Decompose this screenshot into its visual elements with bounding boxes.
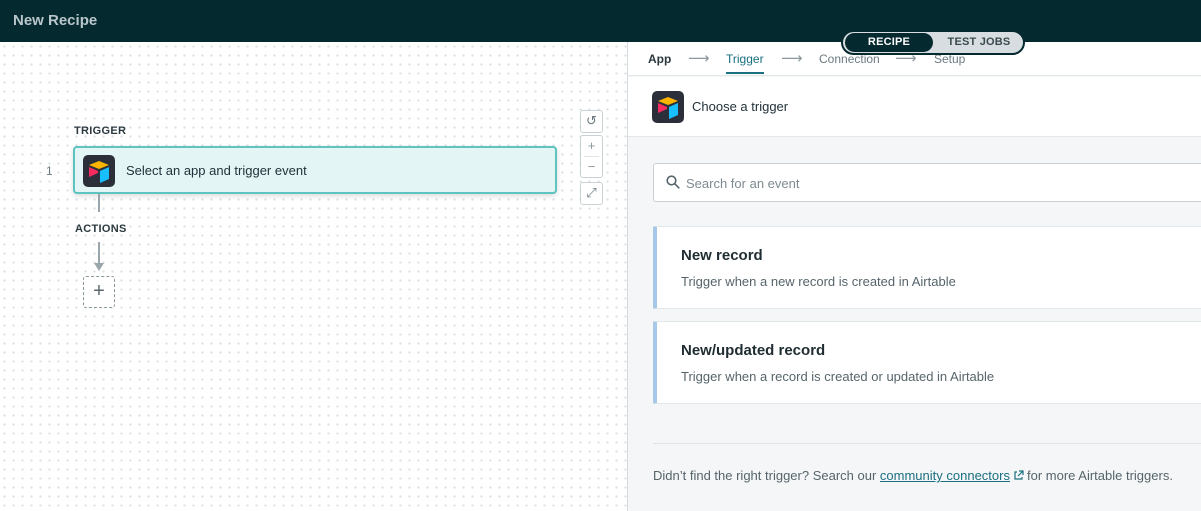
wizard-step-app[interactable]: App xyxy=(648,52,671,66)
actions-section-label: ACTIONS xyxy=(75,223,127,235)
zoom-out-button[interactable]: − xyxy=(581,157,602,178)
zoom-in-icon: + xyxy=(587,138,596,153)
airtable-logo-icon xyxy=(652,91,684,123)
recipe-title: New Recipe xyxy=(13,12,98,29)
connector-line xyxy=(98,242,100,264)
fit-view-button[interactable]: ⤢ xyxy=(580,182,603,205)
search-icon xyxy=(666,175,680,194)
zoom-controls: + − xyxy=(580,135,603,178)
step-number: 1 xyxy=(46,164,53,178)
recipe-tab[interactable]: RECIPE xyxy=(845,33,933,52)
wizard-separator: ⟶ xyxy=(688,50,710,67)
zoom-out-icon: − xyxy=(587,159,596,174)
event-option-new-updated-record[interactable]: New/updated record Trigger when a record… xyxy=(653,321,1201,404)
footer-note: Didn’t find the right trigger? Search ou… xyxy=(653,468,1173,484)
connector-arrow xyxy=(94,263,104,271)
event-search xyxy=(653,163,1201,202)
search-input[interactable] xyxy=(686,172,1186,194)
event-option-new-record[interactable]: New record Trigger when a new record is … xyxy=(653,226,1201,309)
trigger-section-label: TRIGGER xyxy=(74,125,127,137)
trigger-config-panel: App ⟶ Trigger ⟶ Connection ⟶ Setup Choos… xyxy=(627,42,1201,511)
reset-view-button[interactable]: ↺ xyxy=(580,110,603,133)
event-name: New record xyxy=(681,247,763,264)
fit-view-icon: ⤢ xyxy=(586,185,597,200)
mode-toggle: RECIPE TEST JOBS xyxy=(841,30,1025,55)
external-link-icon xyxy=(1013,469,1024,484)
panel-header: Choose a trigger xyxy=(628,77,1201,137)
add-step-button[interactable]: + xyxy=(83,276,115,308)
zoom-in-button[interactable]: + xyxy=(581,136,602,157)
event-description: Trigger when a new record is created in … xyxy=(681,274,956,289)
airtable-logo-icon xyxy=(83,155,115,187)
recipe-canvas: TRIGGER 1 Select an app and trigger even… xyxy=(0,42,627,511)
plus-icon: + xyxy=(93,280,105,302)
footer-suffix: for more Airtable triggers. xyxy=(1026,468,1173,483)
trigger-step-card[interactable]: Select an app and trigger event xyxy=(73,146,557,194)
connector-line xyxy=(98,194,100,212)
panel-title: Choose a trigger xyxy=(692,99,789,114)
wizard-step-trigger[interactable]: Trigger xyxy=(726,52,764,74)
footer-prefix: Didn’t find the right trigger? Search ou… xyxy=(653,468,877,483)
trigger-step-text: Select an app and trigger event xyxy=(126,163,307,178)
test-jobs-tab[interactable]: TEST JOBS xyxy=(937,33,1021,52)
event-description: Trigger when a record is created or upda… xyxy=(681,369,995,384)
event-name: New/updated record xyxy=(681,342,826,359)
wizard-separator: ⟶ xyxy=(781,50,803,67)
divider xyxy=(653,443,1201,444)
reset-icon: ↺ xyxy=(586,113,597,128)
community-connectors-link[interactable]: community connectors xyxy=(880,468,1010,483)
